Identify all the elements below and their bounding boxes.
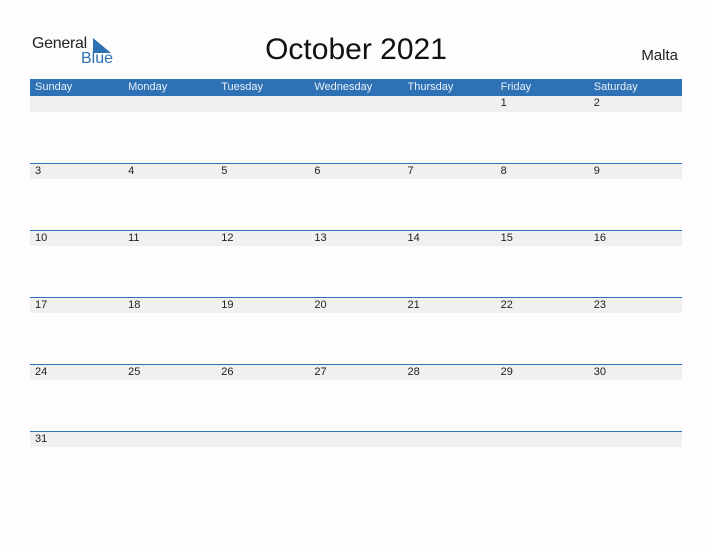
day-cell: 20 <box>314 299 327 311</box>
weekday-tuesday: Tuesday <box>221 81 264 93</box>
week-row: 17 18 19 20 21 22 23 <box>30 297 682 364</box>
day-cell: 13 <box>314 232 327 244</box>
week-row: 24 25 26 27 28 29 30 <box>30 364 682 431</box>
day-cell <box>589 432 682 447</box>
date-strip: 12 <box>30 96 682 112</box>
day-cell <box>123 432 216 447</box>
day-cell: 9 <box>593 165 600 177</box>
day-cell: 23 <box>593 299 606 311</box>
day-cell <box>403 432 496 447</box>
day-cell: 30 <box>593 366 606 378</box>
date-strip: 10 11 12 13 14 15 16 <box>30 231 682 246</box>
date-strip: 31 <box>30 432 682 447</box>
day-cell <box>216 432 309 447</box>
day-cell <box>123 96 216 112</box>
day-cell: 24 <box>35 366 48 378</box>
week-row: 12 <box>30 96 682 163</box>
day-cell: 11 <box>128 232 140 244</box>
day-cell: 1 <box>500 97 507 109</box>
day-cell: 3 <box>35 165 42 177</box>
calendar-grid: Sunday Monday Tuesday Wednesday Thursday… <box>30 79 682 498</box>
week-row: 3 4 5 6 7 8 9 <box>30 163 682 230</box>
day-cell: 28 <box>407 366 420 378</box>
weekday-thursday: Thursday <box>407 81 454 93</box>
weekday-saturday: Saturday <box>593 81 638 93</box>
day-cell: 4 <box>128 165 135 177</box>
day-cell: 14 <box>407 232 420 244</box>
day-cell: 25 <box>128 366 141 378</box>
day-cell: 17 <box>35 299 48 311</box>
day-cell: 10 <box>35 232 48 244</box>
day-cell: 21 <box>407 299 420 311</box>
weeks-container: 1 2 3 4 5 6 7 8 9 10 11 12 13 14 15 16 17 18 19 20 21 22 23 24 2… <box>30 96 682 498</box>
day-cell <box>216 96 309 112</box>
weekday-header: Sunday Monday Tuesday Wednesday Thursday… <box>30 79 682 96</box>
day-cell: 12 <box>221 232 234 244</box>
day-cell: 5 <box>221 165 228 177</box>
day-cell <box>30 96 123 112</box>
date-strip: 3 4 5 6 7 8 9 <box>30 164 682 179</box>
day-cell: 18 <box>128 299 141 311</box>
date-strip: 24 25 26 27 28 29 30 <box>30 365 682 380</box>
week-row: 10 11 12 13 14 15 16 <box>30 230 682 297</box>
day-cell: 7 <box>407 165 414 177</box>
weekday-friday: Friday <box>500 81 532 93</box>
day-cell: 2 <box>593 97 600 109</box>
day-cell: 31 <box>35 433 48 445</box>
day-cell: 22 <box>500 299 513 311</box>
day-cell: 15 <box>500 232 513 244</box>
day-cell: 8 <box>500 165 507 177</box>
day-cell: 26 <box>221 366 234 378</box>
day-cell: 29 <box>500 366 513 378</box>
weekday-monday: Monday <box>128 81 168 93</box>
day-cell <box>496 432 589 447</box>
day-cell: 16 <box>593 232 606 244</box>
day-cell <box>309 432 402 447</box>
day-cell <box>403 96 496 112</box>
date-strip: 17 18 19 20 21 22 23 <box>30 298 682 313</box>
day-cell: 27 <box>314 366 327 378</box>
week-row: 31 <box>30 431 682 498</box>
calendar-title: October 2021 <box>265 33 447 66</box>
country-label: Malta <box>641 47 678 64</box>
day-cell: 6 <box>314 165 321 177</box>
day-cell <box>309 96 402 112</box>
weekday-sunday: Sunday <box>35 81 73 93</box>
weekday-wednesday: Wednesday <box>314 81 373 93</box>
day-cell: 19 <box>221 299 234 311</box>
